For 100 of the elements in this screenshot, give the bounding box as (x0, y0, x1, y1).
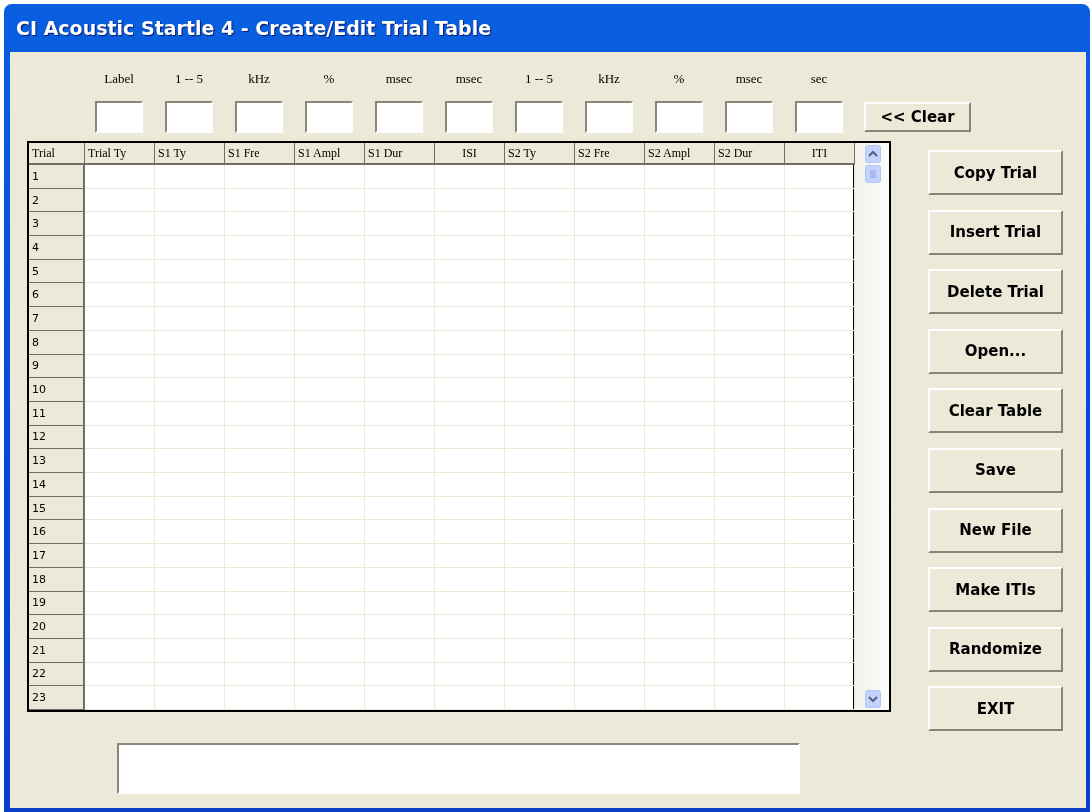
table-cell[interactable] (575, 686, 645, 710)
table-cell[interactable] (85, 283, 155, 308)
table-cell[interactable] (715, 425, 785, 450)
table-cell[interactable] (225, 591, 295, 616)
table-cell[interactable] (155, 188, 225, 213)
table-cell[interactable] (85, 638, 155, 663)
table-cell[interactable] (715, 591, 785, 616)
table-cell[interactable] (85, 259, 155, 284)
table-cell[interactable] (645, 401, 715, 426)
table-cell[interactable] (155, 378, 225, 402)
table-cell[interactable] (365, 354, 435, 379)
table-cell[interactable] (295, 496, 365, 521)
table-cell[interactable] (505, 259, 575, 284)
table-cell[interactable] (645, 567, 715, 592)
table-cell[interactable] (715, 615, 785, 639)
table-cell[interactable] (575, 591, 645, 616)
table-cell[interactable] (85, 449, 155, 474)
input-field[interactable] (305, 101, 353, 133)
action-button[interactable]: Insert Trial (928, 209, 1063, 255)
table-cell[interactable] (225, 188, 295, 213)
table-cell[interactable] (225, 283, 295, 308)
table-cell[interactable] (295, 212, 365, 237)
table-cell[interactable] (645, 259, 715, 284)
table-cell[interactable] (295, 307, 365, 331)
table-cell[interactable] (715, 330, 785, 355)
table-cell[interactable] (225, 544, 295, 568)
table-cell[interactable] (575, 236, 645, 260)
table-cell[interactable] (505, 520, 575, 545)
table-cell[interactable] (505, 354, 575, 379)
input-field[interactable] (725, 101, 773, 133)
table-cell[interactable] (575, 615, 645, 639)
action-button[interactable]: Delete Trial (928, 269, 1063, 315)
table-cell[interactable] (715, 378, 785, 402)
input-field[interactable] (515, 101, 563, 133)
table-cell[interactable] (575, 520, 645, 545)
table-cell[interactable] (85, 615, 155, 639)
table-cell[interactable] (85, 567, 155, 592)
table-cell[interactable] (85, 307, 155, 331)
table-cell[interactable] (575, 425, 645, 450)
table-cell[interactable] (715, 283, 785, 308)
table-cell[interactable] (85, 330, 155, 355)
table-cell[interactable] (155, 449, 225, 474)
table-cell[interactable] (505, 283, 575, 308)
table-cell[interactable] (715, 307, 785, 331)
table-cell[interactable] (645, 212, 715, 237)
table-cell[interactable] (295, 283, 365, 308)
input-field[interactable] (235, 101, 283, 133)
table-cell[interactable] (85, 520, 155, 545)
table-cell[interactable] (225, 236, 295, 260)
table-cell[interactable] (295, 188, 365, 213)
table-cell[interactable] (715, 401, 785, 426)
table-cell[interactable] (435, 449, 505, 474)
table-cell[interactable] (155, 212, 225, 237)
table-cell[interactable] (435, 615, 505, 639)
table-cell[interactable] (575, 188, 645, 213)
table-cell[interactable] (155, 615, 225, 639)
table-cell[interactable] (645, 449, 715, 474)
table-cell[interactable] (295, 259, 365, 284)
table-cell[interactable] (155, 354, 225, 379)
table-cell[interactable] (225, 401, 295, 426)
table-cell[interactable] (155, 401, 225, 426)
table-cell[interactable] (575, 449, 645, 474)
table-cell[interactable] (715, 473, 785, 497)
table-cell[interactable] (225, 425, 295, 450)
table-cell[interactable] (85, 496, 155, 521)
table-cell[interactable] (365, 307, 435, 331)
table-cell[interactable] (575, 330, 645, 355)
table-cell[interactable] (295, 449, 365, 474)
action-button[interactable]: Clear Table (928, 388, 1063, 434)
table-cell[interactable] (155, 686, 225, 710)
table-cell[interactable] (365, 473, 435, 497)
table-cell[interactable] (295, 473, 365, 497)
table-cell[interactable] (505, 165, 575, 189)
table-cell[interactable] (505, 686, 575, 710)
table-cell[interactable] (435, 496, 505, 521)
table-cell[interactable] (155, 330, 225, 355)
input-field[interactable] (585, 101, 633, 133)
table-cell[interactable] (645, 615, 715, 639)
table-cell[interactable] (225, 330, 295, 355)
table-cell[interactable] (155, 591, 225, 616)
table-cell[interactable] (575, 259, 645, 284)
table-cell[interactable] (295, 567, 365, 592)
table-cell[interactable] (435, 544, 505, 568)
table-cell[interactable] (225, 449, 295, 474)
table-cell[interactable] (365, 638, 435, 663)
table-cell[interactable] (715, 236, 785, 260)
table-cell[interactable] (435, 638, 505, 663)
table-cell[interactable] (575, 378, 645, 402)
table-cell[interactable] (505, 544, 575, 568)
action-button[interactable]: Randomize (928, 626, 1063, 672)
table-cell[interactable] (645, 354, 715, 379)
scroll-up-icon[interactable] (865, 145, 881, 163)
table-cell[interactable] (575, 638, 645, 663)
table-cell[interactable] (365, 188, 435, 213)
table-cell[interactable] (85, 425, 155, 450)
clear-button[interactable]: << Clear (864, 102, 971, 132)
table-cell[interactable] (155, 259, 225, 284)
table-cell[interactable] (435, 236, 505, 260)
table-cell[interactable] (505, 425, 575, 450)
table-cell[interactable] (155, 544, 225, 568)
